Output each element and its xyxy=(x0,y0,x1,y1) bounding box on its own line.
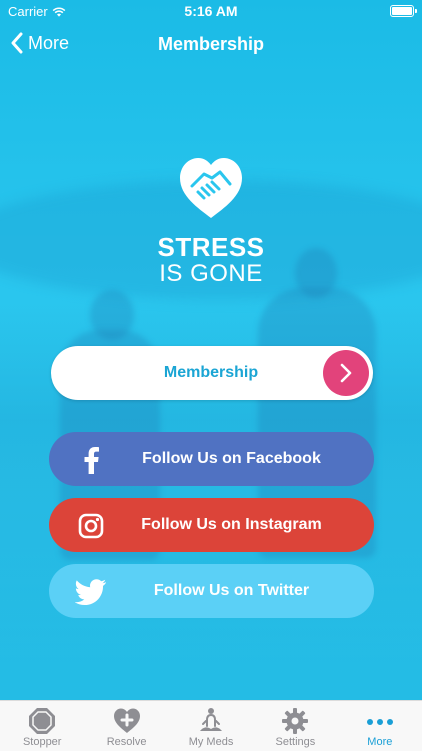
tab-label: My Meds xyxy=(188,736,234,748)
twitter-button[interactable]: Follow Us on Twitter xyxy=(49,564,374,618)
tab-stopper[interactable]: Stopper xyxy=(0,701,84,751)
more-dots-icon xyxy=(366,719,393,725)
battery-icon xyxy=(390,5,417,17)
tab-more[interactable]: More xyxy=(338,701,422,751)
tab-resolve[interactable]: Resolve xyxy=(84,701,168,751)
tab-label: Stopper xyxy=(22,736,62,748)
heart-plus-icon xyxy=(113,708,140,733)
meditation-icon xyxy=(200,708,223,731)
page-title: Membership xyxy=(157,34,265,54)
instagram-label: Follow Us on Instagram xyxy=(141,516,322,533)
facebook-icon xyxy=(75,444,107,476)
status-time: 5:16 AM xyxy=(184,3,238,19)
facebook-label: Follow Us on Facebook xyxy=(142,450,321,467)
twitter-icon xyxy=(75,576,107,608)
brand-subtitle: IS GONE xyxy=(159,260,263,287)
instagram-button[interactable]: Follow Us on Instagram xyxy=(49,498,374,552)
facebook-button[interactable]: Follow Us on Facebook xyxy=(49,432,374,486)
stop-octagon-icon xyxy=(29,708,56,734)
gear-icon xyxy=(282,708,309,734)
membership-button[interactable]: Membership xyxy=(51,346,373,400)
screen: Carrier 5:16 AM More Membership STRESS I… xyxy=(0,0,422,700)
tab-settings[interactable]: Settings xyxy=(253,701,337,751)
heart-handshake-icon xyxy=(180,158,242,218)
tab-label: More xyxy=(367,736,393,748)
tab-bar: Stopper Resolve My Meds Settings More xyxy=(0,700,422,751)
membership-arrow[interactable] xyxy=(323,350,369,396)
instagram-icon xyxy=(75,510,107,542)
status-bar: Carrier 5:16 AM xyxy=(0,0,422,22)
brand-title: STRESS xyxy=(157,232,265,262)
twitter-label: Follow Us on Twitter xyxy=(153,582,310,599)
tab-my-meds[interactable]: My Meds xyxy=(169,701,253,751)
chevron-right-icon xyxy=(340,363,352,383)
tab-label: Settings xyxy=(275,736,316,748)
tab-label: Resolve xyxy=(106,736,147,748)
navigation-bar: More Membership xyxy=(0,26,422,62)
